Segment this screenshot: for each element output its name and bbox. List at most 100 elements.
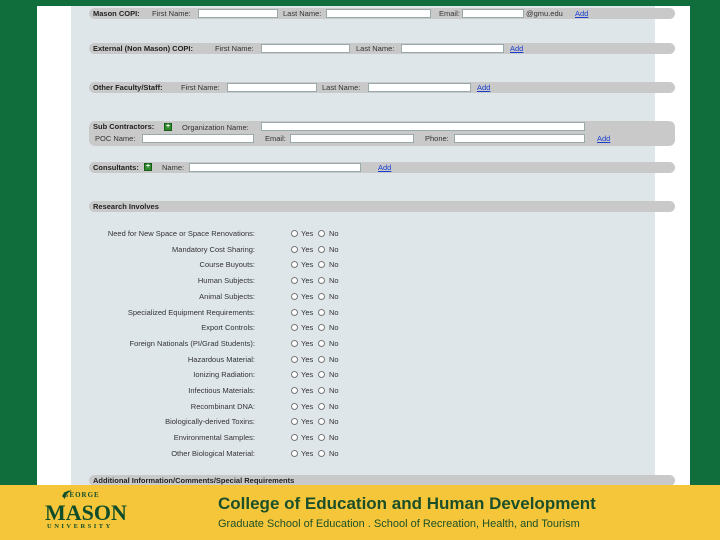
yes-label: Yes: [301, 401, 314, 411]
question-row: Specialized Equipment Requirements: Yes No: [77, 307, 637, 319]
no-radio[interactable]: [318, 308, 325, 316]
other-staff-last-label: Last Name:: [322, 83, 361, 92]
other-staff-first-label: First Name:: [181, 83, 220, 92]
yes-label: Yes: [301, 417, 314, 427]
mason-copi-first-label: First Name:: [152, 9, 191, 18]
yes-label: Yes: [301, 323, 314, 333]
question-label: Recombinant DNA:: [190, 401, 255, 411]
yes-label: Yes: [301, 260, 314, 270]
no-label: No: [329, 417, 339, 427]
question-label: Mandatory Cost Sharing:: [172, 244, 255, 254]
no-radio[interactable]: [318, 449, 325, 457]
no-label: No: [329, 323, 339, 333]
other-staff-add-link[interactable]: Add: [477, 83, 490, 93]
other-staff-title: Other Faculty/Staff:: [93, 83, 163, 92]
no-radio[interactable]: [318, 434, 325, 442]
yes-label: Yes: [301, 244, 314, 254]
yes-label: Yes: [301, 276, 314, 286]
consultants-name-label: Name:: [162, 163, 185, 172]
subcontractors-org-input[interactable]: [261, 122, 585, 131]
no-label: No: [329, 276, 339, 286]
no-radio[interactable]: [318, 339, 325, 347]
yes-radio[interactable]: [291, 449, 298, 457]
no-label: No: [329, 433, 339, 443]
yes-radio[interactable]: [291, 277, 298, 285]
question-label: Animal Subjects:: [199, 291, 255, 301]
external-copi-title: External (Non Mason) COPI:: [93, 44, 194, 53]
yes-radio[interactable]: [291, 339, 298, 347]
subcontractors-email-label: Email:: [265, 134, 286, 143]
no-radio[interactable]: [318, 292, 325, 300]
subcontractors-title: Sub Contractors:: [93, 122, 155, 131]
consultants-name-input[interactable]: [189, 163, 361, 172]
question-label: Other Biological Material:: [171, 448, 255, 458]
form-screenshot: Mason COPI: First Name: Last Name: Email…: [37, 6, 690, 488]
question-row: Other Biological Material: Yes No: [77, 448, 637, 460]
yes-label: Yes: [301, 229, 314, 238]
add-plus-icon[interactable]: +: [144, 163, 152, 171]
question-label: Hazardous Material:: [187, 354, 255, 364]
question-row: Hazardous Material: Yes No: [77, 354, 637, 366]
yes-radio[interactable]: [291, 261, 298, 269]
no-radio[interactable]: [318, 355, 325, 363]
no-label: No: [329, 370, 339, 380]
subcontractors-poc-input[interactable]: [142, 134, 254, 143]
external-copi-last-input[interactable]: [401, 44, 504, 53]
question-row: Recombinant DNA: Yes No: [77, 401, 637, 413]
consultants-add-link[interactable]: Add: [378, 163, 391, 173]
question-label: Infectious Materials:: [188, 386, 255, 395]
no-radio[interactable]: [318, 277, 325, 285]
yes-radio[interactable]: [291, 292, 298, 300]
yes-radio[interactable]: [291, 387, 298, 394]
research-involves-title: Research Involves: [93, 202, 159, 211]
no-radio[interactable]: [318, 387, 325, 394]
subcontractors-phone-label: Phone:: [425, 134, 449, 143]
yes-radio[interactable]: [291, 402, 298, 410]
subcontractors-poc-label: POC Name:: [95, 134, 136, 143]
no-radio[interactable]: [318, 324, 325, 332]
external-copi-add-link[interactable]: Add: [510, 44, 523, 54]
no-label: No: [329, 244, 339, 254]
yes-radio[interactable]: [291, 324, 298, 332]
yes-radio[interactable]: [291, 418, 298, 426]
yes-radio[interactable]: [291, 308, 298, 316]
question-row: Animal Subjects: Yes No: [77, 291, 637, 303]
question-label: Course Buyouts:: [199, 260, 255, 270]
no-radio[interactable]: [318, 371, 325, 379]
college-name: College of Education and Human Developme…: [218, 494, 596, 513]
no-radio[interactable]: [318, 402, 325, 410]
no-label: No: [329, 386, 339, 395]
mason-copi-email-label: Email:: [439, 9, 460, 18]
no-radio[interactable]: [318, 230, 325, 237]
question-row: Export Controls: Yes No: [77, 322, 637, 334]
other-staff-last-input[interactable]: [368, 83, 471, 92]
add-plus-icon[interactable]: +: [164, 123, 172, 131]
yes-radio[interactable]: [291, 371, 298, 379]
question-label: Environmental Samples:: [173, 433, 255, 443]
yes-radio[interactable]: [291, 355, 298, 363]
subcontractors-add-link[interactable]: Add: [597, 134, 610, 144]
question-label: Ionizing Radiation:: [193, 370, 255, 380]
subcontractors-email-input[interactable]: [290, 134, 414, 143]
subcontractors-phone-input[interactable]: [454, 134, 585, 143]
mason-copi-email-input[interactable]: [462, 9, 524, 18]
mason-copi-first-input[interactable]: [198, 9, 278, 18]
no-radio[interactable]: [318, 245, 325, 253]
mason-copi-last-input[interactable]: [326, 9, 431, 18]
no-label: No: [329, 338, 339, 348]
external-copi-first-label: First Name:: [215, 44, 254, 53]
no-radio[interactable]: [318, 418, 325, 426]
external-copi-last-label: Last Name:: [356, 44, 395, 53]
mason-copi-add-link[interactable]: Add: [575, 9, 588, 19]
no-label: No: [329, 448, 339, 458]
external-copi-first-input[interactable]: [261, 44, 350, 53]
other-staff-first-input[interactable]: [227, 83, 317, 92]
yes-radio[interactable]: [291, 245, 298, 253]
yes-label: Yes: [301, 338, 314, 348]
yes-radio[interactable]: [291, 230, 298, 237]
question-row: Ionizing Radiation: Yes No: [77, 369, 637, 381]
yes-label: Yes: [301, 433, 314, 443]
yes-radio[interactable]: [291, 434, 298, 442]
no-radio[interactable]: [318, 261, 325, 269]
yes-label: Yes: [301, 307, 314, 317]
